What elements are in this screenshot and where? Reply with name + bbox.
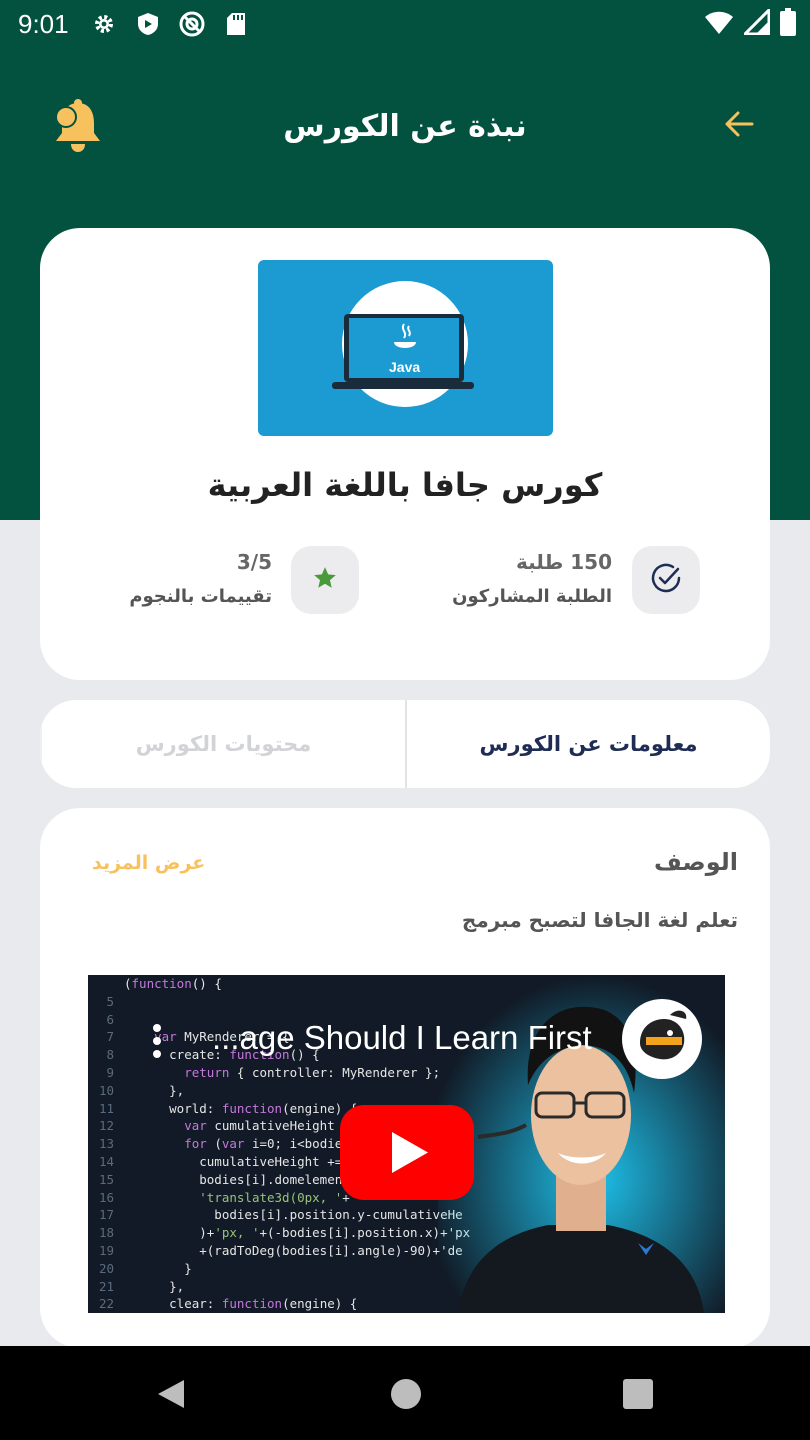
course-image: Java xyxy=(258,260,553,436)
page-title: نبذة عن الكورس xyxy=(283,109,527,144)
settings-icon xyxy=(91,11,117,37)
course-title: كورس جافا باللغة العربية xyxy=(207,466,603,504)
code-line: 22 clear: function(engine) { xyxy=(88,1295,470,1313)
code-line: 21 }, xyxy=(88,1278,470,1296)
nav-home-icon[interactable] xyxy=(388,1376,424,1412)
code-line-text: )+'px, '+(-bodies[i].position.x)+'px xyxy=(124,1225,471,1241)
rating-value: 3/5 xyxy=(236,550,272,574)
code-line-text: cumulativeHeight += xyxy=(124,1153,350,1169)
code-line-text: } xyxy=(124,1260,192,1276)
code-line-number: 18 xyxy=(98,1225,114,1241)
code-line-number: 12 xyxy=(98,1118,114,1134)
code-line-text: return { controller: MyRenderer }; xyxy=(184,1064,441,1080)
code-line-number: 5 xyxy=(106,993,114,1009)
code-line-text: world: function(engine) { xyxy=(124,1100,358,1116)
code-line: (function() { xyxy=(88,975,470,993)
code-line-number: 16 xyxy=(98,1189,114,1205)
code-line-text: +(radToDeg(bodies[i].angle)-90)+'de xyxy=(124,1242,463,1258)
description-heading: الوصف xyxy=(653,848,738,876)
code-line-number: 15 xyxy=(98,1171,114,1187)
code-line: 9 return { controller: MyRenderer }; xyxy=(88,1064,470,1082)
description-text: تعلم لغة الجافا لتصبح مبرمج xyxy=(461,908,738,932)
code-line-text: var cumulativeHeight = 0; xyxy=(184,1118,373,1134)
code-line-number: 7 xyxy=(106,1029,114,1045)
students-count: 150 طلبة xyxy=(515,550,612,574)
code-line-text: bodies[i].domelement xyxy=(124,1171,350,1187)
shield-icon xyxy=(135,11,161,37)
code-line-number: 13 xyxy=(98,1136,114,1152)
code-line-number: 22 xyxy=(98,1296,114,1312)
code-line-number: 19 xyxy=(98,1242,114,1258)
check-circle-icon xyxy=(649,561,683,599)
tab-course-contents[interactable]: محتويات الكورس xyxy=(40,700,405,788)
sd-card-icon xyxy=(223,11,249,37)
code-line-number: 17 xyxy=(98,1207,114,1223)
nav-recents-icon[interactable] xyxy=(620,1376,656,1412)
system-nav-bar xyxy=(0,1346,810,1440)
code-line-text: for (var i=0; i<bodies. xyxy=(184,1136,358,1152)
course-summary-card: Java كورس جافا باللغة العربية 150 طلبة ا… xyxy=(40,228,770,680)
code-line-number: 11 xyxy=(98,1100,114,1116)
status-time: 9:01 xyxy=(18,8,69,39)
vpn-icon xyxy=(179,11,205,37)
code-line-number: 6 xyxy=(106,1011,114,1027)
rating-label: تقييمات بالنجوم xyxy=(129,586,272,607)
app-header: نبذة عن الكورس xyxy=(0,95,810,165)
code-line-number: 20 xyxy=(98,1260,114,1276)
students-stat-icon-box xyxy=(632,546,700,614)
status-bar: 9:01 xyxy=(0,0,810,48)
students-label: الطلبة المشاركون xyxy=(452,586,612,607)
code-line: 5 xyxy=(88,993,470,1011)
code-line-text: bodies[i].position.y-cumulativeHe xyxy=(124,1207,463,1223)
course-tabs: محتويات الكورس معلومات عن الكورس xyxy=(40,700,770,788)
code-line: 19 +(radToDeg(bodies[i].angle)-90)+'de xyxy=(88,1242,470,1260)
code-line-text: }, xyxy=(124,1278,185,1294)
youtube-play-icon[interactable] xyxy=(340,1105,474,1200)
show-more-link[interactable]: عرض المزيد xyxy=(92,852,205,874)
code-line-text: (function() { xyxy=(124,976,222,991)
code-line-number: 9 xyxy=(106,1064,114,1080)
wifi-icon xyxy=(704,9,734,39)
code-line: 20 } xyxy=(88,1260,470,1278)
code-line-number: 21 xyxy=(98,1278,114,1294)
signal-icon xyxy=(741,6,771,39)
tab-course-info[interactable]: معلومات عن الكورس xyxy=(405,700,770,788)
channel-logo[interactable] xyxy=(622,999,702,1079)
star-icon xyxy=(312,565,338,595)
code-line: 10 }, xyxy=(88,1082,470,1100)
code-line-number: 8 xyxy=(106,1047,114,1063)
code-line-number: 14 xyxy=(98,1153,114,1169)
code-line: 17 bodies[i].position.y-cumulativeHe xyxy=(88,1206,470,1224)
code-line-text: clear: function(engine) { xyxy=(124,1296,358,1312)
code-line-text: }, xyxy=(124,1082,185,1098)
video-title: ...age Should I Learn First xyxy=(212,1019,592,1056)
back-arrow-icon[interactable] xyxy=(724,109,754,139)
java-logo-text: Java xyxy=(389,359,420,375)
description-card: الوصف عرض المزيد تعلم لغة الجافا لتصبح م… xyxy=(40,808,770,1348)
code-line: 18 )+'px, '+(-bodies[i].position.x)+'px xyxy=(88,1224,470,1242)
battery-icon xyxy=(780,8,796,40)
code-line-text: 'translate3d(0px, '+ xyxy=(199,1189,350,1205)
code-line-number: 10 xyxy=(98,1082,114,1098)
nav-back-icon[interactable] xyxy=(152,1376,188,1412)
more-vert-icon[interactable] xyxy=(152,1023,162,1059)
video-player[interactable]: (function() {5 6 7 var MyRenderer = {8 cre… xyxy=(88,975,725,1313)
rating-stat-icon-box xyxy=(291,546,359,614)
